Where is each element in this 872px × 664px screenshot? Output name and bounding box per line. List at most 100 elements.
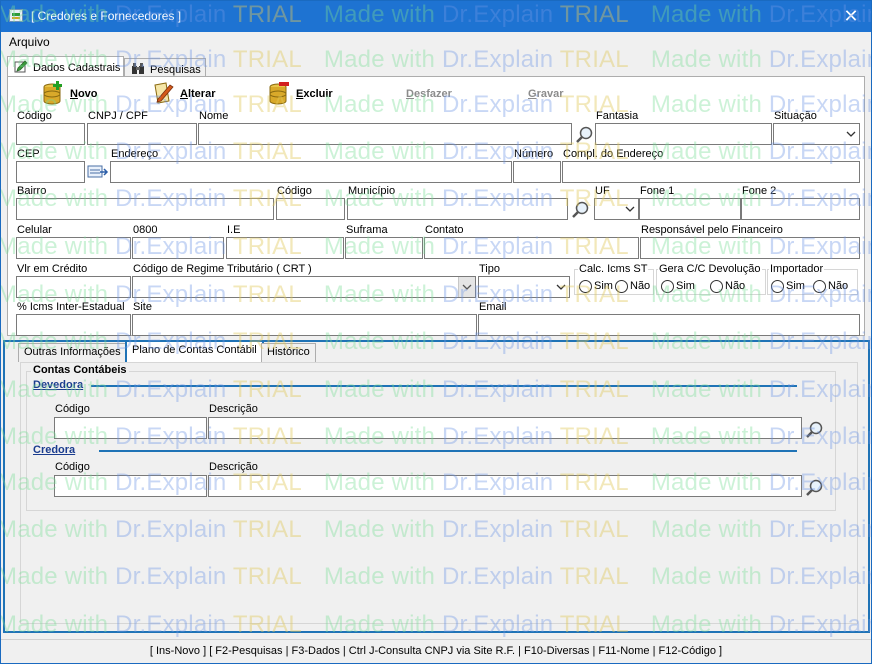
codigo-municipio-label: Código [277, 185, 312, 197]
gravar-accel: G [528, 88, 537, 100]
l0800-input[interactable] [133, 238, 223, 258]
cnpj-field[interactable] [87, 123, 197, 145]
app-window: [ Credores e Fornecedores ] ✕ Arquivo Da… [0, 0, 872, 664]
fone2-input[interactable] [742, 199, 859, 219]
codigo-field[interactable] [16, 123, 85, 145]
search-municipio-icon[interactable] [571, 200, 591, 220]
fone2-field[interactable] [741, 198, 860, 220]
tab-dados-cadastrais[interactable]: Dados Cadastrais [7, 56, 124, 77]
fone1-field[interactable] [639, 198, 741, 220]
devedora-descricao-input[interactable] [209, 418, 801, 438]
menu-arquivo[interactable]: Arquivo [9, 35, 50, 49]
devedora-heading: Devedora [33, 379, 84, 391]
importador-sim-radio[interactable] [771, 280, 784, 293]
nome-field[interactable] [198, 123, 572, 145]
calc-icms-nao-radio[interactable] [615, 280, 628, 293]
nome-input[interactable] [199, 124, 571, 144]
numero-input[interactable] [514, 162, 560, 182]
excluir-button[interactable]: Excluir [268, 81, 358, 107]
tab-historico[interactable]: Histórico [261, 343, 316, 362]
icms-inter-field[interactable] [16, 314, 131, 336]
bairro-field[interactable] [16, 198, 274, 220]
tab-label: Plano de Contas Contábil [132, 344, 257, 356]
devedora-descricao-field[interactable] [208, 417, 802, 439]
situacao-label: Situação [774, 110, 817, 122]
novo-accel: N [70, 88, 78, 100]
gera-cc-sim-radio[interactable] [661, 280, 674, 293]
site-input[interactable] [133, 315, 476, 335]
gera-cc-label: Gera C/C Devolução [658, 263, 762, 275]
delete-database-icon [268, 81, 290, 105]
tab-plano-de-contas[interactable]: Plano de Contas Contábil [125, 340, 264, 362]
uf-select[interactable] [594, 198, 639, 220]
cep-field[interactable] [16, 161, 85, 183]
bairro-input[interactable] [17, 199, 273, 219]
credora-descricao-field[interactable] [208, 475, 802, 497]
search-devedora-icon[interactable] [805, 420, 825, 440]
credora-codigo-field[interactable] [54, 475, 207, 497]
chevron-down-icon [462, 284, 472, 290]
ie-field[interactable] [226, 237, 344, 259]
codigo-municipio-input[interactable] [277, 199, 344, 219]
responsavel-input[interactable] [641, 238, 859, 258]
municipio-input[interactable] [348, 199, 567, 219]
desfazer-button[interactable]: Desfazer [400, 81, 480, 107]
vlr-credito-field[interactable] [16, 276, 131, 298]
endereco-input[interactable] [111, 162, 511, 182]
importador-sim-label: Sim [786, 280, 805, 292]
cep-input[interactable] [17, 162, 84, 182]
chevron-down-icon [556, 284, 566, 290]
tab-pesquisas[interactable]: Pesquisas [124, 58, 206, 77]
email-field[interactable] [478, 314, 860, 336]
endereco-field[interactable] [110, 161, 512, 183]
devedora-codigo-field[interactable] [54, 417, 207, 439]
search-credora-icon[interactable] [805, 478, 825, 498]
compl-field[interactable] [562, 161, 860, 183]
email-input[interactable] [479, 315, 859, 335]
icms-inter-input[interactable] [17, 315, 130, 335]
importador-nao-label: Não [828, 280, 849, 292]
site-field[interactable] [132, 314, 477, 336]
responsavel-field[interactable] [640, 237, 860, 259]
numero-field[interactable] [513, 161, 561, 183]
importador-nao-radio[interactable] [813, 280, 826, 293]
devedora-codigo-input[interactable] [55, 418, 206, 438]
title-bar[interactable]: [ Credores e Fornecedores ] ✕ [1, 1, 871, 32]
fantasia-field[interactable] [595, 123, 772, 145]
contato-input[interactable] [425, 238, 638, 258]
crt-select[interactable] [132, 276, 476, 298]
tipo-select[interactable] [478, 276, 570, 298]
credora-descricao-label: Descrição [209, 461, 258, 473]
cnpj-input[interactable] [88, 124, 196, 144]
compl-input[interactable] [563, 162, 859, 182]
credora-codigo-input[interactable] [55, 476, 206, 496]
gravar-button[interactable]: Gravar [520, 81, 590, 107]
codigo-input[interactable] [17, 124, 84, 144]
calc-icms-nao-label: Não [630, 280, 651, 292]
suframa-input[interactable] [346, 238, 422, 258]
add-database-icon [42, 81, 64, 105]
search-nome-icon[interactable] [575, 125, 595, 145]
fone1-input[interactable] [640, 199, 740, 219]
ie-input[interactable] [227, 238, 343, 258]
suframa-field[interactable] [345, 237, 423, 259]
celular-field[interactable] [16, 237, 131, 259]
celular-input[interactable] [17, 238, 130, 258]
fone2-label: Fone 2 [742, 185, 777, 197]
tab-outras-informacoes[interactable]: Outras Informações [18, 343, 127, 362]
responsavel-label: Responsável pelo Financeiro [641, 224, 783, 236]
cep-lookup-icon[interactable] [87, 163, 109, 183]
codigo-municipio-field[interactable] [276, 198, 345, 220]
alterar-button[interactable]: Alterar [152, 81, 242, 107]
contato-field[interactable] [424, 237, 639, 259]
credora-descricao-input[interactable] [209, 476, 801, 496]
calc-icms-sim-radio[interactable] [579, 280, 592, 293]
fantasia-input[interactable] [596, 124, 771, 144]
vlr-credito-input[interactable] [17, 277, 130, 297]
novo-button[interactable]: Novo [42, 81, 122, 107]
situacao-select[interactable] [773, 123, 860, 145]
municipio-field[interactable] [347, 198, 568, 220]
l0800-field[interactable] [132, 237, 224, 259]
gera-cc-nao-radio[interactable] [710, 280, 723, 293]
close-button[interactable]: ✕ [837, 3, 865, 29]
